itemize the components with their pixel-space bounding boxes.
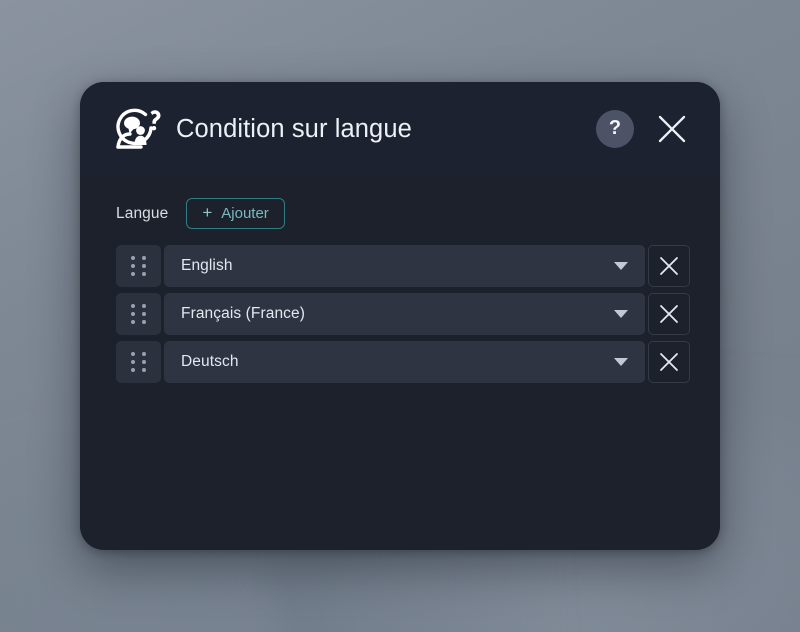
header-actions: ? — [596, 109, 692, 149]
close-icon — [660, 353, 678, 371]
help-button[interactable]: ? — [596, 110, 634, 148]
drag-handle-icon[interactable] — [116, 245, 161, 287]
field-toolbar: Langue + Ajouter — [116, 198, 690, 229]
language-condition-icon — [116, 108, 161, 149]
dialog-body: Langue + Ajouter English Français (Franc… — [80, 176, 720, 550]
language-select[interactable]: Deutsch — [164, 341, 645, 383]
dialog-header: Condition sur langue ? — [80, 82, 720, 176]
chevron-down-icon — [614, 310, 628, 318]
page-title: Condition sur langue — [176, 114, 412, 143]
language-select-value: Français (France) — [181, 305, 306, 322]
drag-handle-icon[interactable] — [116, 293, 161, 335]
add-language-button[interactable]: + Ajouter — [186, 198, 285, 229]
remove-language-button[interactable] — [648, 293, 690, 335]
remove-language-button[interactable] — [648, 245, 690, 287]
table-row: English — [116, 245, 690, 287]
language-row-list: English Français (France) Deutsch — [116, 245, 690, 383]
add-button-label: Ajouter — [221, 205, 269, 222]
field-label-langue: Langue — [116, 204, 169, 222]
close-icon — [660, 257, 678, 275]
remove-language-button[interactable] — [648, 341, 690, 383]
plus-icon: + — [202, 203, 213, 222]
chevron-down-icon — [614, 358, 628, 366]
close-button[interactable] — [652, 109, 692, 149]
close-icon — [658, 115, 686, 143]
table-row: Deutsch — [116, 341, 690, 383]
table-row: Français (France) — [116, 293, 690, 335]
close-icon — [660, 305, 678, 323]
condition-language-dialog: Condition sur langue ? Langue + Ajouter — [80, 82, 720, 550]
language-select-value: English — [181, 257, 233, 274]
chevron-down-icon — [614, 262, 628, 270]
language-select-value: Deutsch — [181, 353, 239, 370]
language-select[interactable]: English — [164, 245, 645, 287]
language-select[interactable]: Français (France) — [164, 293, 645, 335]
drag-handle-icon[interactable] — [116, 341, 161, 383]
